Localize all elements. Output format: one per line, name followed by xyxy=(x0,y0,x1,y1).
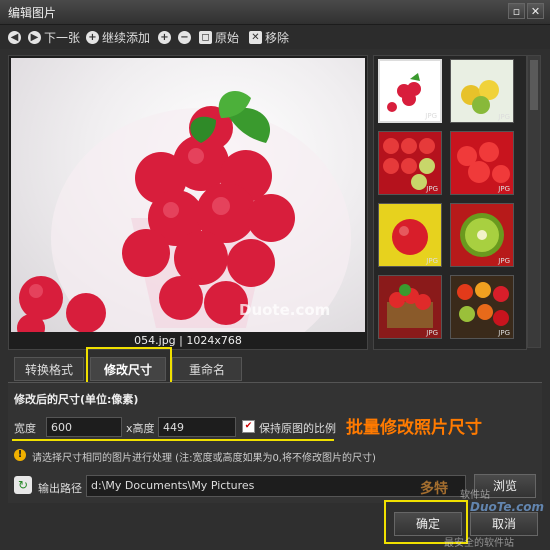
underline-mark xyxy=(12,439,334,441)
thumbnail-list: JPG JPG JPG JPG JPG JPG JPG JPG xyxy=(373,55,527,350)
remove-button[interactable]: ✕ 移除 xyxy=(249,29,289,45)
window-title: 编辑图片 xyxy=(8,6,57,20)
site-slogan: 最安全的软件站 xyxy=(444,538,514,549)
thumbnail-tag: JPG xyxy=(425,112,437,120)
preview-photo xyxy=(11,58,365,332)
thumbnail-tag: JPG xyxy=(498,329,510,337)
remove-label: 移除 xyxy=(265,30,290,45)
zoom-out-button[interactable]: − xyxy=(178,29,194,45)
arrow-left-icon: ◀ xyxy=(8,30,21,44)
raspberry-photo xyxy=(17,90,351,332)
thumbnail-tag: JPG xyxy=(498,185,510,193)
resize-note: 请选择尺寸相同的图片进行处理 (注:宽度或高度如果为0,将不修改图片的尺寸) xyxy=(32,453,376,464)
thumbnail-tag: JPG xyxy=(426,257,438,265)
zoom-out-icon: − xyxy=(178,30,191,44)
plus-icon: + xyxy=(86,30,99,44)
image-preview: 054.jpg | 1024x768 Duote.com xyxy=(8,55,368,350)
zoom-in-icon: + xyxy=(158,30,171,44)
output-path-input[interactable]: d:\My Documents\My Pictures xyxy=(86,475,466,497)
preview-watermark: Duote.com xyxy=(239,301,331,319)
add-more-button[interactable]: + 继续添加 xyxy=(86,29,150,45)
arrow-right-icon: ▶ xyxy=(28,30,41,44)
thumbnail[interactable]: JPG xyxy=(378,131,442,195)
title-bar: 编辑图片 ▫ ✕ xyxy=(0,0,550,25)
keep-ratio-label: 保持原图的比例 xyxy=(259,422,336,435)
tab-bar: 转换格式 修改尺寸 重命名 xyxy=(0,347,550,387)
thumbnail-tag: JPG xyxy=(426,185,438,193)
site-brand: 多特 xyxy=(420,481,448,497)
thumbnail[interactable]: JPG xyxy=(450,59,514,123)
height-label: x高度 xyxy=(126,422,155,435)
toolbar: ◀ ▶ 下一张 + 继续添加 + − ◻ 原始 ✕ 移除 xyxy=(0,25,550,49)
original-size-button[interactable]: ◻ 原始 xyxy=(199,29,239,45)
site-url: DuoTe.com xyxy=(470,500,544,514)
keep-ratio-checkbox[interactable]: ✔ xyxy=(242,420,255,433)
minimize-button[interactable]: ▫ xyxy=(508,3,525,19)
cancel-button[interactable]: 取消 xyxy=(470,512,538,536)
thumbnail[interactable]: JPG xyxy=(378,203,442,267)
next-label: 下一张 xyxy=(44,30,81,45)
remove-icon: ✕ xyxy=(249,30,262,44)
thumbnail[interactable]: JPG xyxy=(378,59,442,123)
thumbnail[interactable]: JPG xyxy=(450,203,514,267)
highlight-box xyxy=(86,347,172,387)
thumbnail[interactable]: JPG xyxy=(450,131,514,195)
thumbnail[interactable]: JPG xyxy=(450,275,514,339)
original-label: 原始 xyxy=(215,30,240,45)
output-label: 输出路径 xyxy=(38,482,82,495)
close-button[interactable]: ✕ xyxy=(527,3,544,19)
prev-button[interactable]: ◀ xyxy=(8,29,24,45)
thumbnail-tag: JPG xyxy=(426,329,438,337)
thumbnail-scrollbar[interactable] xyxy=(527,55,541,348)
output-folder-icon: ↻ xyxy=(14,476,32,494)
thumbnail[interactable]: JPG xyxy=(378,275,442,339)
width-label: 宽度 xyxy=(14,422,36,435)
warning-icon: ! xyxy=(14,449,26,461)
preview-caption: 054.jpg | 1024x768 xyxy=(134,334,242,347)
site-sub: 软件站 xyxy=(460,490,490,501)
section-title: 修改后的尺寸(单位:像素) xyxy=(14,393,139,406)
thumbnail-tag: JPG xyxy=(498,257,510,265)
width-input[interactable]: 600 xyxy=(46,417,122,437)
tab-rename[interactable]: 重命名 xyxy=(172,357,242,381)
add-more-label: 继续添加 xyxy=(102,30,151,45)
height-input[interactable]: 449 xyxy=(158,417,236,437)
scrollbar-thumb[interactable] xyxy=(530,60,538,110)
resize-annotation: 批量修改照片尺寸 xyxy=(346,418,482,438)
tab-convert-format[interactable]: 转换格式 xyxy=(14,357,84,381)
thumbnail-tag: JPG xyxy=(498,113,510,121)
zoom-in-button[interactable]: + xyxy=(158,29,174,45)
next-button[interactable]: ▶ 下一张 xyxy=(28,29,80,45)
original-size-icon: ◻ xyxy=(199,30,212,44)
